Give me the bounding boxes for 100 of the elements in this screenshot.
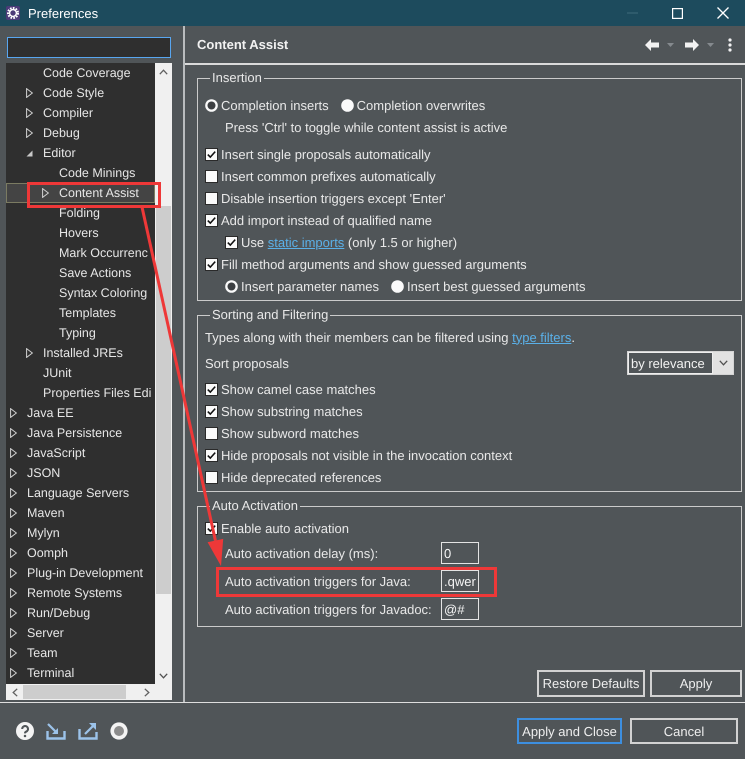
collapsed-triangle-icon[interactable] — [10, 588, 17, 598]
tree-item[interactable]: Java EE — [6, 403, 155, 423]
export-icon[interactable] — [78, 722, 98, 740]
chevron-down-icon[interactable] — [718, 360, 728, 366]
radio-button[interactable] — [205, 98, 218, 112]
tree-item[interactable]: Team — [6, 643, 155, 663]
horizontal-scrollbar[interactable] — [6, 684, 155, 700]
tree-item[interactable]: JavaScript — [6, 443, 155, 463]
option-label: Show substring matches — [221, 404, 363, 418]
scrollbar-thumb[interactable] — [156, 206, 171, 594]
group-title: Auto Activation — [211, 498, 299, 514]
checkbox[interactable] — [205, 448, 218, 462]
checkbox[interactable] — [205, 148, 218, 160]
expanded-triangle-icon[interactable] — [26, 150, 33, 156]
dialog-button[interactable]: Restore Defaults — [537, 670, 645, 697]
option-label: Insert best guessed arguments — [407, 278, 586, 294]
option-label: Add import instead of qualified name — [221, 212, 432, 228]
tree-item[interactable]: Folding — [6, 203, 155, 223]
filter-field[interactable] — [7, 37, 171, 58]
checkbox[interactable] — [205, 214, 218, 226]
option-label: Insert parameter names — [241, 278, 380, 294]
tree-item[interactable]: Mark Occurrenc — [6, 243, 155, 263]
chevron-down-icon[interactable] — [159, 672, 168, 678]
tree-item[interactable]: Save Actions — [6, 263, 155, 283]
tree-item[interactable]: JSON — [6, 463, 155, 483]
tree-item[interactable]: Syntax Coloring — [6, 283, 155, 303]
checkbox[interactable] — [205, 170, 218, 182]
collapsed-triangle-icon[interactable] — [26, 108, 33, 118]
tree-item[interactable]: Server — [6, 623, 155, 643]
chevron-left-icon[interactable] — [12, 688, 18, 696]
tree-item[interactable]: Typing — [6, 323, 155, 343]
checkbox[interactable] — [205, 258, 218, 270]
tree-item[interactable]: Content Assist — [6, 183, 155, 203]
collapsed-triangle-icon[interactable] — [10, 468, 17, 478]
scrollbar-thumb[interactable] — [23, 685, 126, 699]
tree-item[interactable]: Code Style — [6, 83, 155, 103]
checkbox[interactable] — [205, 470, 218, 484]
text-field[interactable]: 0 — [441, 542, 479, 564]
checkbox[interactable] — [205, 192, 218, 204]
collapsed-triangle-icon[interactable] — [26, 88, 33, 98]
dialog-button[interactable]: Cancel — [630, 718, 738, 744]
chevron-right-icon[interactable] — [144, 688, 150, 696]
collapsed-triangle-icon[interactable] — [26, 348, 33, 358]
field-label: Auto activation triggers for Java: — [225, 574, 412, 588]
option-label: Insert common prefixes automatically — [221, 168, 436, 184]
tree-item[interactable]: Compiler — [6, 103, 155, 123]
more-menu-icon[interactable] — [728, 38, 732, 52]
collapsed-triangle-icon[interactable] — [10, 408, 17, 418]
tree-item[interactable]: JUnit — [6, 363, 155, 383]
tree-item[interactable]: Maven — [6, 503, 155, 523]
tree-item[interactable]: Debug — [6, 123, 155, 143]
option-label: Show camel case matches — [221, 382, 376, 396]
tree-item[interactable]: Templates — [6, 303, 155, 323]
radio-button[interactable] — [225, 280, 238, 292]
collapsed-triangle-icon[interactable] — [10, 568, 17, 578]
tree-item[interactable]: Code Minings — [6, 163, 155, 183]
dialog-button[interactable]: Apply — [650, 670, 742, 697]
collapsed-triangle-icon[interactable] — [10, 548, 17, 558]
import-icon[interactable] — [46, 722, 66, 740]
collapsed-triangle-icon[interactable] — [10, 628, 17, 638]
back-arrow-icon[interactable] — [645, 38, 659, 50]
collapsed-triangle-icon[interactable] — [10, 648, 17, 658]
chevron-up-icon[interactable] — [159, 68, 168, 74]
collapsed-triangle-icon[interactable] — [10, 508, 17, 518]
radio-button[interactable] — [391, 280, 404, 292]
tree-item[interactable]: Hovers — [6, 223, 155, 243]
collapsed-triangle-icon[interactable] — [10, 528, 17, 538]
text-field[interactable]: .qwer — [441, 570, 479, 592]
checkbox[interactable] — [205, 382, 218, 396]
tree-item[interactable]: Mylyn — [6, 523, 155, 543]
tree-item[interactable]: Properties Files Edi — [6, 383, 155, 403]
radio-button[interactable] — [340, 98, 354, 112]
collapsed-triangle-icon[interactable] — [10, 428, 17, 438]
collapsed-triangle-icon[interactable] — [10, 668, 17, 678]
tree-item[interactable]: Code Coverage — [6, 63, 155, 83]
tree-item[interactable]: Plug-in Development — [6, 563, 155, 583]
tree-item[interactable]: Remote Systems — [6, 583, 155, 603]
collapsed-triangle-icon[interactable] — [10, 448, 17, 458]
help-icon[interactable] — [16, 722, 34, 740]
record-icon[interactable] — [110, 722, 128, 740]
tree-item[interactable]: Run/Debug — [6, 603, 155, 623]
collapsed-triangle-icon[interactable] — [10, 488, 17, 498]
text-field[interactable]: @# — [441, 598, 479, 620]
tree-item[interactable]: Terminal — [6, 663, 155, 683]
collapsed-triangle-icon[interactable] — [10, 608, 17, 618]
minimize-icon — [627, 12, 638, 14]
checkbox[interactable] — [205, 426, 218, 440]
tree-item[interactable]: Java Persistence — [6, 423, 155, 443]
tree-item[interactable]: Editor — [6, 143, 155, 163]
vertical-scrollbar[interactable] — [155, 63, 172, 684]
collapsed-triangle-icon[interactable] — [26, 128, 33, 138]
checkbox[interactable] — [225, 236, 238, 248]
dialog-button[interactable]: Apply and Close — [517, 718, 622, 744]
tree-item[interactable]: Installed JREs — [6, 343, 155, 363]
tree-item[interactable]: Language Servers — [6, 483, 155, 503]
forward-arrow-icon[interactable] — [685, 38, 699, 50]
checkbox[interactable] — [205, 404, 218, 418]
tree-item[interactable]: Oomph — [6, 543, 155, 563]
dropdown[interactable]: by relevance — [627, 351, 734, 375]
collapsed-triangle-icon[interactable] — [42, 188, 49, 198]
